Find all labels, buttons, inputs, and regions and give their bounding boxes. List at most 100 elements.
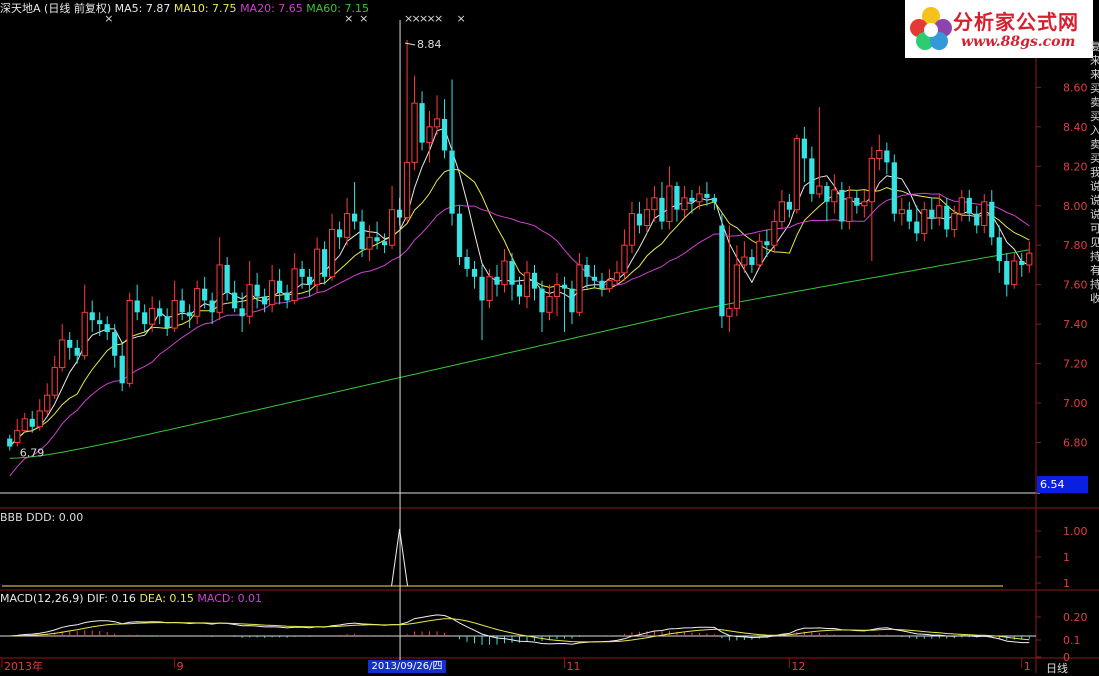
candle-body <box>239 308 245 317</box>
candle-body <box>142 312 148 325</box>
candle-body <box>216 264 223 313</box>
candle-body <box>689 197 695 202</box>
candle-body <box>449 150 455 214</box>
candle-body <box>81 311 88 357</box>
candle-body <box>606 280 613 290</box>
candle-body <box>801 138 807 159</box>
y-tick-label: 7.40 <box>1063 318 1088 331</box>
macd-header: MACD(12,26,9) DIF: 0.16 DEA: 0.15 MACD: … <box>0 592 262 605</box>
y-tick-label: 7.60 <box>1063 279 1088 292</box>
candle-body <box>246 284 253 317</box>
candle-body <box>21 418 28 432</box>
stock-chart[interactable]: 8.60 8.40 8.20 8.00 7.80 7.60 7.40 7.20 7.00 6.80… <box>0 0 1099 673</box>
candle-body <box>403 161 411 219</box>
high-price-label: 8.84 <box>417 38 442 51</box>
y-tick-label: 8.20 <box>1063 160 1088 173</box>
candle-body <box>284 292 290 301</box>
x-tick-label: 11 <box>566 660 580 673</box>
candle-body <box>1011 260 1018 286</box>
candle-body <box>719 225 725 317</box>
macd-legend-2: DEA: 0.15 <box>139 592 193 605</box>
candle-body <box>179 300 185 313</box>
candle-body <box>74 347 80 356</box>
candle-body <box>494 276 500 285</box>
signal-marker: × <box>434 12 443 25</box>
candle-body <box>561 284 568 289</box>
candle-body <box>553 284 561 298</box>
candle-body <box>569 288 575 313</box>
candle-body <box>809 158 815 194</box>
indicator-line <box>2 528 1003 587</box>
candle-body <box>343 213 351 238</box>
candle-body <box>771 221 778 246</box>
ma-legend-2: MA20: 7.65 <box>240 2 303 15</box>
candle-body <box>232 292 238 309</box>
candle-body <box>531 272 538 289</box>
candle-body <box>44 394 51 412</box>
candle-body <box>786 201 792 210</box>
candle-body <box>224 264 230 293</box>
candle-body <box>516 284 523 297</box>
candle-body <box>381 241 388 246</box>
candle-body <box>254 284 260 297</box>
candle-body <box>756 240 763 266</box>
candle-body <box>126 299 133 384</box>
candle-body <box>351 213 358 222</box>
candle-body <box>471 268 478 277</box>
candle-body <box>299 268 305 277</box>
candle-body <box>659 197 665 222</box>
candle-body <box>621 244 628 274</box>
y-tick-label: 8.40 <box>1063 121 1088 134</box>
candle-body <box>584 264 590 277</box>
candle-body <box>944 205 950 230</box>
candle-body <box>891 162 897 214</box>
candle-body <box>846 197 853 223</box>
candle-body <box>359 221 365 250</box>
candle-body <box>187 312 193 317</box>
candle-body <box>966 197 972 214</box>
x-tick-label: 9 <box>177 660 184 673</box>
x-tick-label: 1 <box>1024 660 1031 673</box>
candle-body <box>929 209 935 218</box>
candle-body <box>119 355 125 384</box>
candle-body <box>546 296 553 313</box>
period-label[interactable]: 日线 <box>1046 660 1068 676</box>
candle-body <box>613 272 621 282</box>
candle-body <box>67 339 73 348</box>
candle-body <box>194 288 201 317</box>
candle-body <box>209 300 215 313</box>
candle-body <box>816 185 823 195</box>
candle-body <box>996 237 1002 261</box>
candle-body <box>306 276 313 285</box>
candle-body <box>884 150 890 163</box>
candle-body <box>523 272 531 298</box>
candle-body <box>666 185 673 223</box>
candle-body <box>202 288 208 301</box>
y-tick-label: 7.80 <box>1063 239 1088 252</box>
candle-body <box>733 264 741 309</box>
candle-body <box>1019 261 1025 265</box>
candle-body <box>989 201 995 238</box>
candle-body <box>898 209 905 215</box>
candle-body <box>268 280 276 305</box>
candle-body <box>576 264 583 313</box>
candle-body <box>974 213 980 226</box>
x-tick-label: 12 <box>791 660 805 673</box>
macd-legend-0: MACD(12,26,9) <box>0 592 84 605</box>
candle-body <box>374 237 380 242</box>
candle-body <box>591 276 598 281</box>
site-logo: 分析家公式网 www.88gs.com <box>905 0 1093 58</box>
candle-body <box>876 150 883 159</box>
candle-body <box>643 209 651 226</box>
candle-body <box>906 209 912 222</box>
candle-body <box>981 201 988 226</box>
ma-legend-3: MA60: 7.15 <box>306 2 369 15</box>
macd-tick-label: 0.20 <box>1063 611 1088 624</box>
candle-body <box>171 299 178 329</box>
y-tick-label: 8.60 <box>1063 81 1088 94</box>
candle-body <box>149 307 156 325</box>
candle-body <box>164 316 170 329</box>
candle-body <box>464 257 470 269</box>
candle-body <box>276 280 283 293</box>
candle-body <box>97 320 103 325</box>
